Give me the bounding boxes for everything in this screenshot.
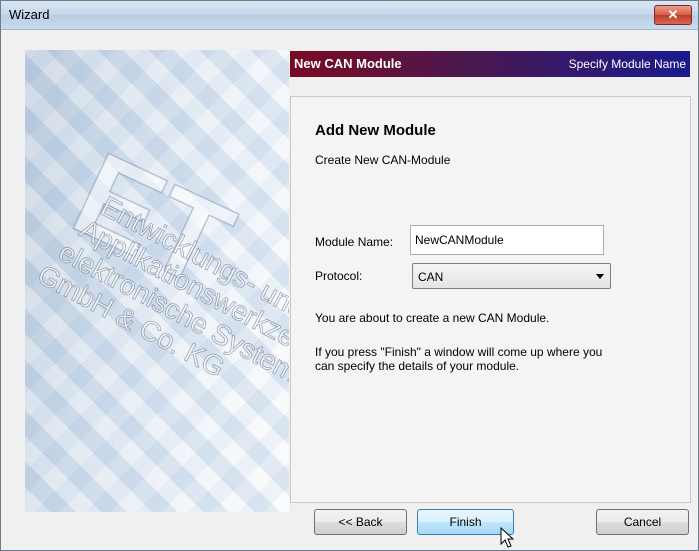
wizard-header-bar: New CAN Module Specify Module Name xyxy=(290,51,690,77)
wizard-window: Wizard ✕ ET Entwicklungs- und Applikatio… xyxy=(0,0,699,551)
back-button[interactable]: << Back xyxy=(314,509,407,535)
company-watermark: ET Entwicklungs- und Applikationswerkzeu… xyxy=(32,126,289,396)
module-name-input[interactable]: NewCANModule xyxy=(410,225,604,255)
close-icon: ✕ xyxy=(667,7,679,22)
chevron-down-icon xyxy=(596,274,604,279)
protocol-selected-value: CAN xyxy=(418,270,444,284)
close-button[interactable]: ✕ xyxy=(654,5,692,25)
header-title: New CAN Module xyxy=(294,56,402,71)
page-subtitle: Create New CAN-Module xyxy=(315,153,451,167)
window-title: Wizard xyxy=(9,7,50,22)
page-title: Add New Module xyxy=(315,122,436,139)
protocol-select[interactable]: CAN xyxy=(412,263,611,289)
wizard-side-image: ET Entwicklungs- und Applikationswerkzeu… xyxy=(25,50,289,512)
mouse-cursor-icon xyxy=(500,527,514,548)
header-subtitle: Specify Module Name xyxy=(568,57,686,71)
info-text-finish: If you press "Finish" a window will come… xyxy=(315,345,603,373)
cancel-button[interactable]: Cancel xyxy=(596,509,689,535)
module-name-label: Module Name: xyxy=(315,235,394,249)
protocol-label: Protocol: xyxy=(315,269,363,283)
info-text-create: You are about to create a new CAN Module… xyxy=(315,311,550,325)
content-panel: Add New Module Create New CAN-Module Mod… xyxy=(290,96,691,503)
title-bar: Wizard ✕ xyxy=(1,1,698,30)
